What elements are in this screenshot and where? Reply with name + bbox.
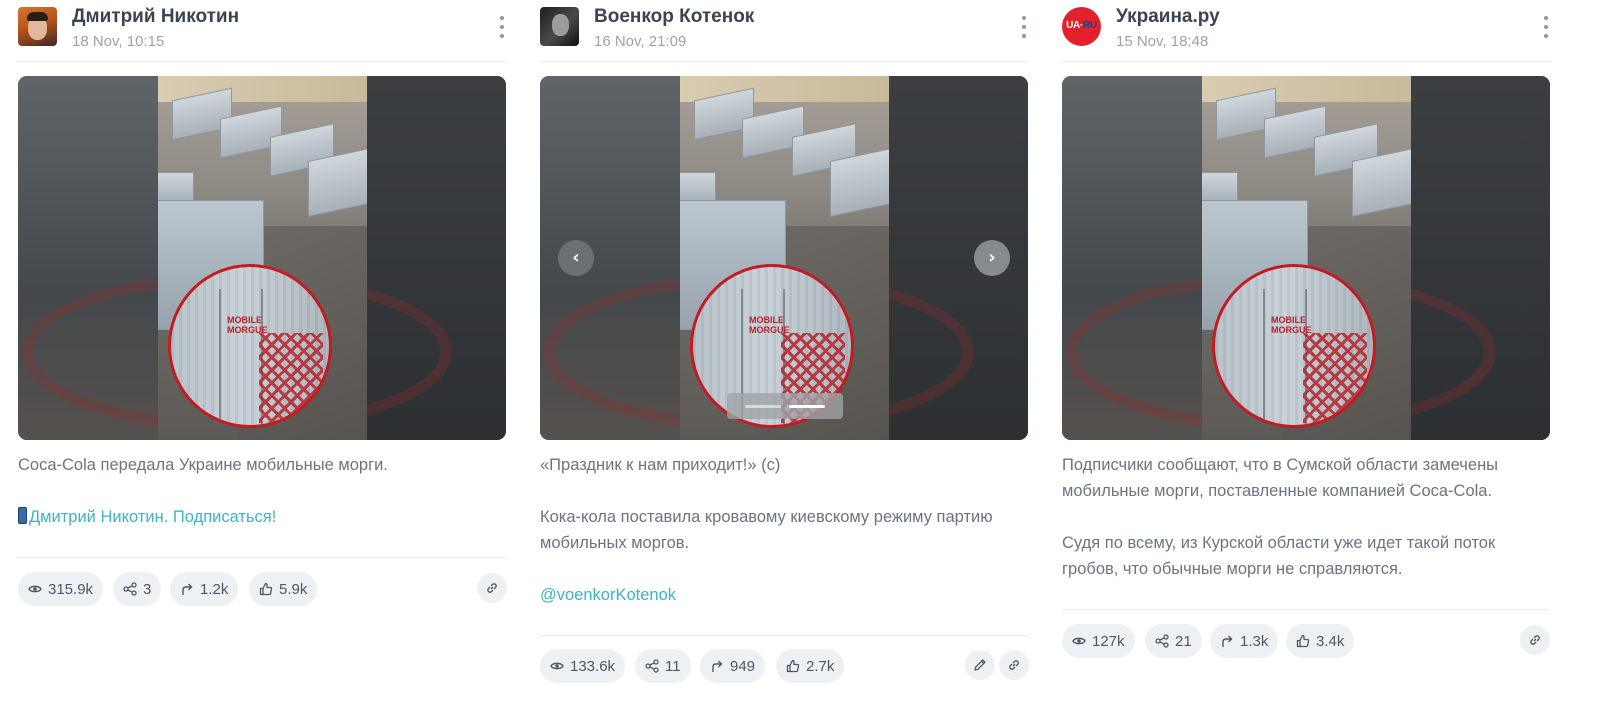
reactions-counter[interactable]: 2.7k	[776, 649, 845, 683]
views-counter: 133.6k	[540, 649, 626, 683]
thumbs-up-icon	[1296, 634, 1310, 648]
forward-arrow-icon	[1220, 634, 1234, 648]
eye-icon	[28, 582, 42, 596]
eye-icon	[1072, 634, 1086, 648]
post-card: Военкор Котенок 16 Nov, 21:09 MOBILE MORG…	[540, 0, 1029, 683]
carousel-dot[interactable]	[745, 404, 781, 408]
subscribe-link[interactable]: Дмитрий Никотин. Подписаться!	[29, 508, 276, 526]
post-image-carousel[interactable]: MOBILE MORGUE ‹ ›	[540, 76, 1028, 440]
forwards-counter[interactable]: 949	[700, 649, 766, 683]
avatar[interactable]	[540, 7, 579, 46]
reactions-counter[interactable]: 5.9k	[249, 572, 318, 606]
post-header: Военкор Котенок 16 Nov, 21:09	[540, 0, 1028, 62]
reactions-counter[interactable]: 3.4k	[1286, 624, 1355, 658]
highlight-circle: MOBILE MORGUE	[168, 264, 332, 428]
post-text: «Праздник к нам приходит!» (с) Кока-кола…	[540, 456, 993, 604]
forwards-counter[interactable]: 1.2k	[170, 572, 239, 606]
share-nodes-icon	[1155, 634, 1169, 648]
post-text: Coca-Cola передала Украине мобильные мор…	[18, 456, 388, 526]
avatar[interactable]	[18, 7, 57, 46]
link-icon[interactable]	[999, 650, 1029, 680]
link-icon[interactable]	[1520, 625, 1550, 655]
post-header: UA·RU Украина.ру 15 Nov, 18:48	[1062, 0, 1550, 62]
carousel-indicator	[727, 393, 843, 419]
post-stats: 133.6k 11 949 2.7k	[540, 649, 1029, 683]
shares-counter[interactable]: 21	[1145, 624, 1202, 658]
post-date: 15 Nov, 18:48	[1116, 33, 1209, 50]
shares-counter[interactable]: 3	[113, 572, 162, 606]
thumbs-up-icon	[786, 659, 800, 673]
post-stats: 127k 21 1.3k 3.4k	[1062, 624, 1550, 658]
post-text: Подписчики сообщают, что в Сумской облас…	[1062, 456, 1499, 578]
kebab-icon[interactable]	[1020, 16, 1028, 38]
shares-counter[interactable]: 11	[635, 649, 691, 683]
post-header: Дмитрий Никотин 18 Nov, 10:15	[18, 0, 506, 62]
highlight-circle: MOBILE MORGUE	[1212, 264, 1376, 428]
kebab-icon[interactable]	[1542, 16, 1550, 38]
channel-name[interactable]: Украина.ру	[1116, 6, 1220, 28]
thumbs-up-icon	[259, 582, 273, 596]
avatar[interactable]: UA·RU	[1062, 7, 1101, 46]
post-date: 18 Nov, 10:15	[72, 33, 165, 50]
chevron-right-icon[interactable]: ›	[974, 240, 1010, 276]
forward-arrow-icon	[710, 659, 724, 673]
channel-name[interactable]: Военкор Котенок	[594, 6, 754, 28]
post-date: 16 Nov, 21:09	[594, 33, 687, 50]
post-image[interactable]: MOBILE MORGUE	[18, 76, 506, 440]
share-nodes-icon	[645, 659, 659, 673]
views-counter: 127k	[1062, 624, 1135, 658]
post-image[interactable]: MOBILE MORGUE	[1062, 76, 1550, 440]
post-stats: 315.9k 3 1.2k 5.9k	[18, 572, 507, 606]
link-icon[interactable]	[477, 573, 507, 603]
post-card: UA·RU Украина.ру 15 Nov, 18:48 MOBILE MOR…	[1062, 0, 1550, 658]
chevron-left-icon[interactable]: ‹	[558, 240, 594, 276]
views-counter: 315.9k	[18, 572, 104, 606]
carousel-dot-active[interactable]	[789, 404, 825, 408]
forwards-counter[interactable]: 1.3k	[1210, 624, 1279, 658]
pencil-icon[interactable]	[965, 650, 995, 680]
phone-icon	[18, 507, 27, 524]
kebab-icon[interactable]	[498, 16, 506, 38]
post-card: Дмитрий Никотин 18 Nov, 10:15 MOBILE MORG…	[18, 0, 507, 606]
eye-icon	[550, 659, 564, 673]
share-nodes-icon	[123, 582, 137, 596]
channel-mention-link[interactable]: @voenkorKotenok	[540, 586, 676, 604]
forward-arrow-icon	[180, 582, 194, 596]
channel-name[interactable]: Дмитрий Никотин	[72, 6, 239, 28]
